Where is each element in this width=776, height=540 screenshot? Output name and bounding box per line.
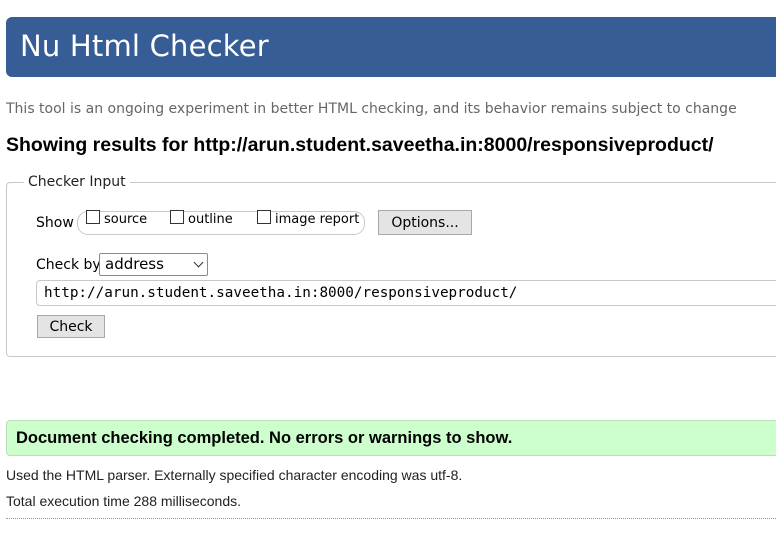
- image-report-option[interactable]: image report: [257, 209, 360, 227]
- source-option[interactable]: source: [86, 209, 148, 227]
- check-button[interactable]: Check: [37, 315, 105, 338]
- success-message-box: Document checking completed. No errors o…: [6, 420, 776, 456]
- success-message: Document checking completed. No errors o…: [16, 429, 513, 447]
- outline-option[interactable]: outline: [170, 209, 233, 227]
- tagline: This tool is an ongoing experiment in be…: [6, 101, 737, 117]
- header-banner: Nu Html Checker: [6, 17, 776, 77]
- check-by-select[interactable]: address: [99, 253, 208, 276]
- page-title: Nu Html Checker: [20, 29, 269, 63]
- source-label: source: [104, 212, 148, 227]
- divider: [6, 518, 776, 519]
- parser-info: Used the HTML parser. Externally specifi…: [6, 467, 463, 483]
- show-label: Show: [36, 215, 74, 231]
- options-button[interactable]: Options...: [378, 210, 472, 235]
- outline-checkbox[interactable]: [170, 209, 184, 224]
- check-by-value: address: [105, 255, 164, 273]
- execution-time: Total execution time 288 milliseconds.: [6, 493, 242, 509]
- source-checkbox[interactable]: [86, 209, 100, 224]
- checker-input-legend: Checker Input: [24, 174, 130, 190]
- url-input[interactable]: http://arun.student.saveetha.in:8000/res…: [36, 280, 776, 306]
- results-heading: Showing results for http://arun.student.…: [6, 134, 714, 156]
- chevron-down-icon: [193, 257, 204, 268]
- image-report-checkbox[interactable]: [257, 209, 271, 224]
- outline-label: outline: [188, 212, 233, 227]
- image-report-label: image report: [275, 212, 360, 227]
- check-by-label: Check by: [36, 257, 101, 273]
